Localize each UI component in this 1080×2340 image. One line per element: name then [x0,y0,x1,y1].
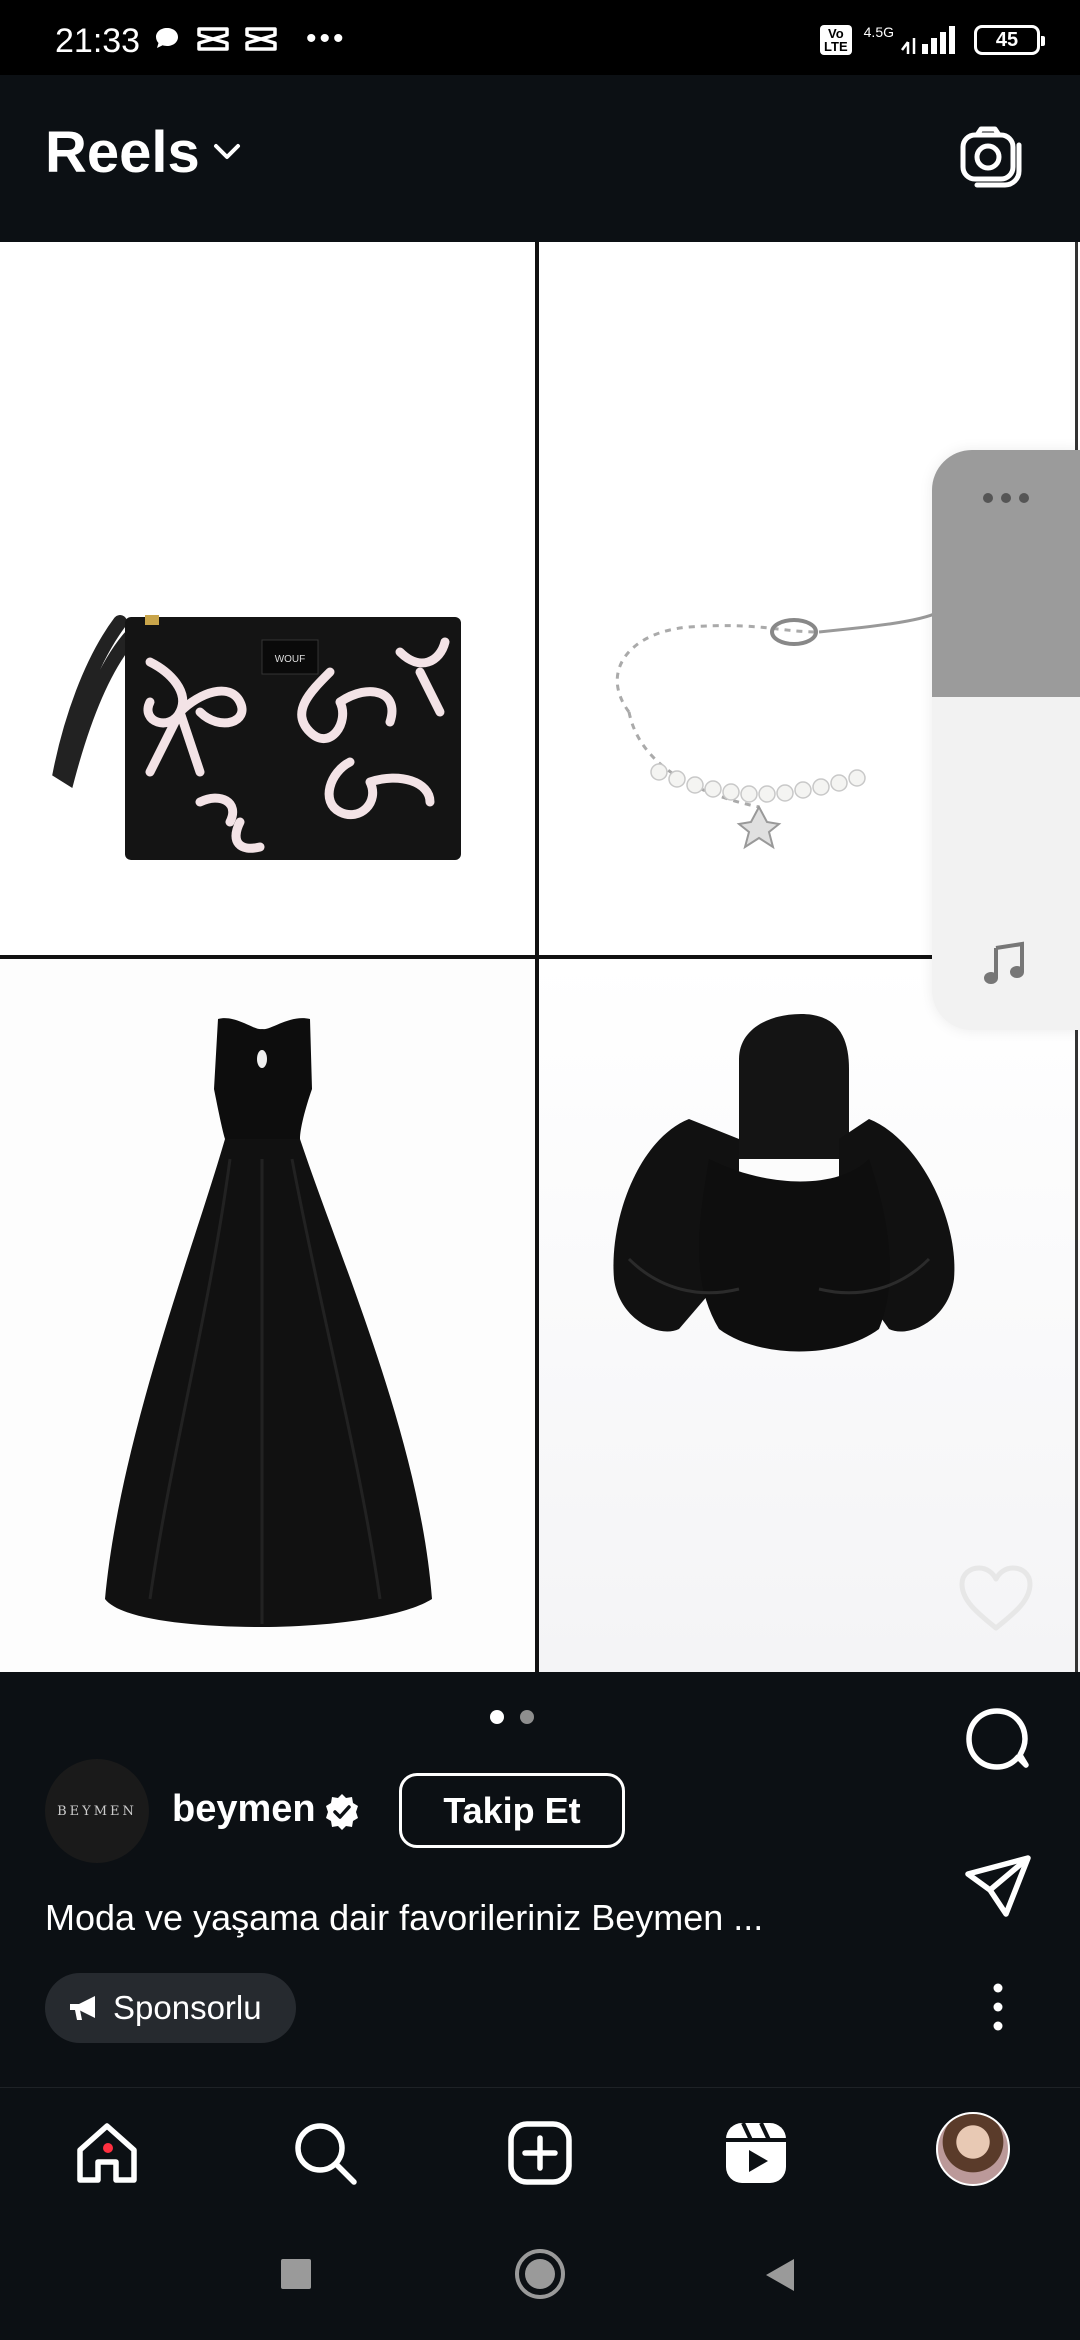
system-navigation-bar [0,2212,1080,2340]
floating-panel-top [932,450,1080,697]
home-icon[interactable] [72,2118,142,2188]
more-vertical-icon[interactable] [988,1982,1008,2032]
network-type: 4.5G [863,24,894,40]
carousel-dot [520,1710,534,1724]
signal-icon [901,26,955,54]
profile-avatar[interactable] [936,2112,1010,2186]
more-horizontal-icon[interactable] [980,490,1032,506]
product-image-pouch[interactable]: WOUF [0,242,535,955]
chat-bubble-icon [156,28,178,48]
recent-apps-icon[interactable] [279,2257,313,2291]
bag-brand-label: WOUF [275,654,306,665]
follow-button[interactable]: Takip Et [399,1773,625,1848]
status-bar: 21:33 ••• Vo LTE 4.5G 45 [0,0,1080,75]
page-title[interactable]: Reels [45,119,200,186]
comment-icon[interactable] [960,1703,1034,1777]
home-notification-dot [103,2143,113,2153]
camera-icon[interactable] [955,119,1027,191]
music-note-icon[interactable] [980,938,1030,988]
share-icon[interactable] [962,1852,1034,1922]
avatar[interactable]: BEYMEN [45,1759,149,1863]
status-right: Vo LTE 4.5G 45 [820,24,1045,56]
home-circle-icon[interactable] [513,2247,567,2301]
product-image-gown[interactable] [0,959,535,1672]
reel-media[interactable]: WOUF [0,242,1080,1672]
verified-badge-icon [326,1794,358,1830]
status-time: 21:33 [55,22,141,60]
megaphone-icon [70,1996,95,2020]
reel-caption[interactable]: Moda ve yaşama dair favorileriniz Beymen… [45,1897,763,1939]
reels-header: Reels [0,75,1080,242]
pouch-illustration: WOUF [52,615,461,860]
reels-icon[interactable] [721,2118,791,2188]
chevron-down-icon[interactable] [210,137,244,167]
battery-icon: 45 [974,25,1045,55]
search-icon[interactable] [290,2118,360,2188]
username[interactable]: beymen [172,1788,316,1831]
capcut-icon [197,27,229,51]
sponsored-label: Sponsorlu [113,1989,262,2026]
floating-overlay-panel[interactable] [932,450,1080,1030]
capcut-icon-2 [245,27,277,51]
status-notification-icons: ••• [152,22,347,56]
carousel-dot-active [490,1710,504,1724]
bottom-navigation [0,2087,1080,2212]
grid-divider-horizontal [0,955,1080,959]
create-icon[interactable] [505,2118,575,2188]
battery-level: 45 [995,28,1019,51]
heart-icon[interactable] [956,1562,1036,1634]
gown-illustration [105,1018,432,1627]
back-icon[interactable] [762,2255,798,2295]
carousel-indicator [490,1710,534,1724]
volte-icon: Vo LTE [820,25,852,55]
sponsored-chip[interactable]: Sponsorlu [45,1973,296,2043]
more-notifications-icon: ••• [306,22,347,55]
